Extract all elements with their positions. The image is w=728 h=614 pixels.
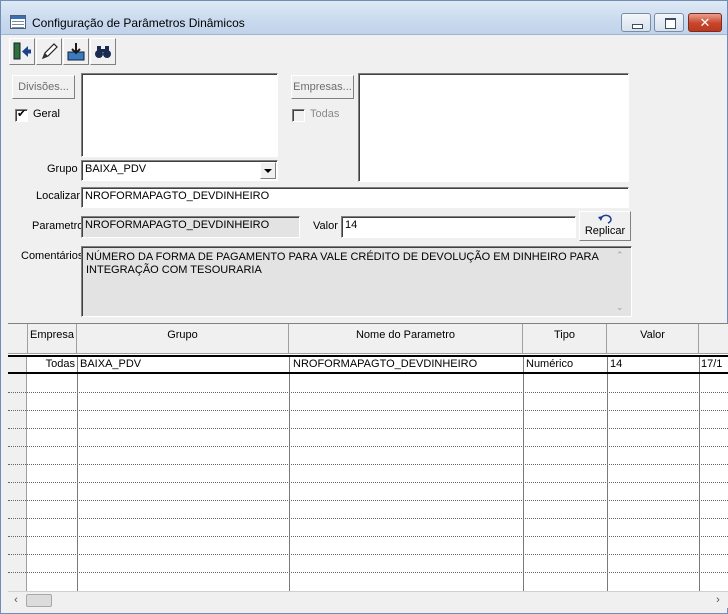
cell-extra[interactable]: 17/1 [701,358,728,370]
cell-valor[interactable]: 14 [610,358,696,370]
scroll-thumb[interactable] [26,594,52,607]
localizar-input[interactable]: NROFORMAPAGTO_DEVDINHEIRO [81,187,629,208]
window-title: Configuração de Parâmetros Dinâmicos [32,16,245,30]
close-icon: ✕ [699,15,711,30]
grid-corner [8,324,28,354]
empresas-button[interactable]: Empresas... [291,75,354,99]
comentarios-label: Comentários [21,250,84,262]
parametro-label: Parametro [32,220,84,232]
title-bar[interactable]: Configuração de Parâmetros Dinâmicos ✕ [1,1,727,35]
comentarios-scrollbar[interactable]: ⌃ ⌄ [613,248,630,315]
header-nome-parametro[interactable]: Nome do Parametro [289,324,523,354]
localizar-value: NROFORMAPAGTO_DEVDINHEIRO [85,190,270,202]
scroll-left-icon[interactable]: ‹ [8,593,24,608]
grupo-value: BAIXA_PDV [85,163,147,175]
close-button[interactable]: ✕ [688,13,722,32]
parameters-grid[interactable]: Empresa Grupo Nome do Parametro Tipo Val… [8,323,728,591]
scroll-up-icon[interactable]: ⌃ [616,250,624,261]
save-disk-icon [67,43,85,61]
table-icon [10,15,26,29]
valor-input[interactable]: 14 [341,216,576,238]
localizar-label: Localizar [36,190,81,202]
cell-empresa[interactable]: Todas [28,358,75,370]
minimize-button[interactable] [621,13,651,32]
valor-label: Valor [313,220,338,232]
header-extra[interactable] [699,324,728,354]
replicar-button[interactable]: Replicar [579,211,631,241]
pencil-icon [41,43,58,60]
todas-label: Todas [310,108,340,120]
maximize-button[interactable] [654,13,684,32]
exit-door-icon [13,42,31,60]
chevron-down-icon[interactable] [260,162,276,179]
undo-arrow-icon [598,214,612,224]
scroll-down-icon[interactable]: ⌄ [616,302,624,313]
row-indicator-column [8,355,27,591]
scroll-right-icon[interactable]: › [710,593,726,608]
cell-grupo[interactable]: BAIXA_PDV [80,358,285,370]
horizontal-scrollbar[interactable]: ‹ › [8,591,728,608]
todas-checkbox[interactable] [292,109,305,122]
exit-button[interactable] [9,38,35,65]
header-valor[interactable]: Valor [607,324,699,354]
binoculars-icon [95,46,111,58]
header-tipo[interactable]: Tipo [523,324,607,354]
geral-checkbox[interactable] [15,107,28,122]
parametro-field: NROFORMAPAGTO_DEVDINHEIRO [81,216,300,238]
toolbar [9,38,117,65]
replicar-label: Replicar [584,225,626,237]
parametro-value: NROFORMAPAGTO_DEVDINHEIRO [85,219,270,231]
geral-label: Geral [33,108,60,120]
divisoes-list[interactable] [81,73,278,157]
save-button[interactable] [63,38,89,65]
search-button[interactable] [90,38,116,65]
header-empresa[interactable]: Empresa [28,324,77,354]
main-window: Configuração de Parâmetros Dinâmicos ✕ D… [0,0,728,614]
edit-button[interactable] [36,38,62,65]
grupo-select[interactable]: BAIXA_PDV [81,160,278,181]
grupo-label: Grupo [47,163,78,175]
empresas-list[interactable] [358,73,629,182]
cell-nome[interactable]: NROFORMAPAGTO_DEVDINHEIRO [293,358,521,370]
divisoes-button[interactable]: Divisões... [12,75,75,99]
header-grupo[interactable]: Grupo [77,324,289,354]
comentarios-value: NÚMERO DA FORMA DE PAGAMENTO PARA VALE C… [86,251,599,276]
cell-tipo[interactable]: Numérico [526,358,605,370]
valor-value: 14 [345,219,358,231]
comentarios-textarea[interactable]: NÚMERO DA FORMA DE PAGAMENTO PARA VALE C… [81,246,632,317]
